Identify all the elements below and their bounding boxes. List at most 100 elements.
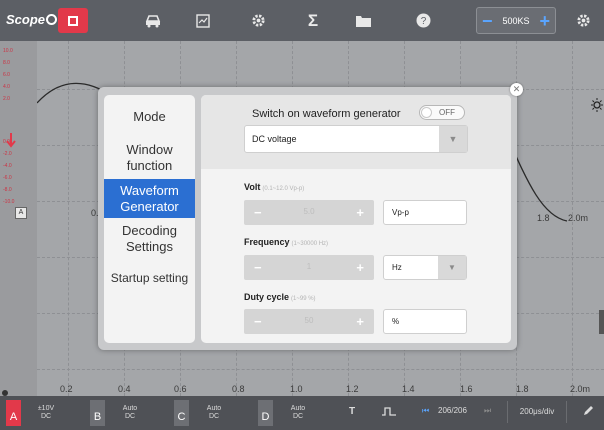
x-tick: 1.6 <box>460 384 473 394</box>
chevron-down-icon: ▼ <box>438 256 466 279</box>
sample-rate-control: − 500KS + <box>476 7 556 34</box>
frequency-label-text: Frequency <box>244 237 290 247</box>
channel-c-coupling: DC <box>208 413 220 420</box>
close-icon[interactable]: ✕ <box>510 83 523 96</box>
waveform-generator-panel: Switch on waveform generator OFF DC volt… <box>201 95 511 343</box>
channel-a-range: ±10V <box>37 405 55 412</box>
frequency-increase-button[interactable]: + <box>356 260 364 275</box>
x-tick-top: 2.0m <box>568 213 589 223</box>
channel-d-coupling: DC <box>292 413 304 420</box>
volt-unit-field[interactable]: Vp-p <box>383 200 467 225</box>
menu-item-mode[interactable]: Mode <box>104 95 195 138</box>
pulse-icon <box>382 407 396 416</box>
y-tick: 10.0 <box>3 48 13 54</box>
trigger-button[interactable]: T <box>349 406 355 417</box>
y-tick: -4.0 <box>3 163 12 169</box>
channel-a-control[interactable]: A ±10V DC <box>6 400 84 426</box>
cursor-marker[interactable] <box>591 98 603 112</box>
stop-button[interactable] <box>58 8 88 33</box>
menu-item-startup-setting[interactable]: Startup setting <box>104 260 195 296</box>
magnifier-icon <box>46 14 58 25</box>
y-tick: 8.0 <box>3 60 10 66</box>
help-button[interactable]: ? <box>408 8 438 33</box>
channel-d-tag: D <box>258 400 273 426</box>
channel-d-control[interactable]: D Auto DC <box>258 400 336 426</box>
waveform-type-select[interactable]: DC voltage ▼ <box>244 125 468 153</box>
duty-cycle-stepper: − 50 + <box>244 309 374 334</box>
bottom-toolbar: A ±10V DC B Auto DC C Auto DC D Auto DC T ⏮ … <box>0 396 604 430</box>
y-tick: 4.0 <box>3 84 10 90</box>
math-button[interactable]: Σ <box>298 8 328 33</box>
trigger-mode-button[interactable] <box>382 406 396 418</box>
channel-b-tag: B <box>90 400 105 426</box>
page-indicator: 206/206 <box>438 406 467 415</box>
y-tick: -6.0 <box>3 175 12 181</box>
pencil-icon <box>584 406 593 415</box>
volt-range-hint: (0.1~12.0 Vp-p) <box>262 186 305 192</box>
top-toolbar: Scope Σ ? − 500KS + <box>0 0 604 41</box>
toggle-knob <box>421 107 432 118</box>
x-tick-top: 1.8 <box>537 213 550 223</box>
duty-cycle-range-hint: (1~99 %) <box>291 296 316 302</box>
channel-a-coupling: DC <box>40 413 52 420</box>
edit-button[interactable] <box>582 404 595 419</box>
channel-b-coupling: DC <box>124 413 136 420</box>
volt-unit-value: Vp-p <box>392 208 409 217</box>
volt-value[interactable]: 5.0 <box>244 207 374 216</box>
menu-item-decoding-settings[interactable]: Decoding Settings <box>104 219 195 259</box>
frequency-label: Frequency (1~30000 Hz) <box>244 237 328 247</box>
volt-label-text: Volt <box>244 182 261 192</box>
frequency-unit-select[interactable]: Hz ▼ <box>383 255 467 280</box>
generator-toggle[interactable]: OFF <box>419 105 465 120</box>
frequency-value[interactable]: 1 <box>244 262 374 271</box>
side-panel-handle[interactable] <box>599 310 604 334</box>
menu-item-window-function[interactable]: Window function <box>104 138 195 178</box>
x-tick: 0.6 <box>174 384 187 394</box>
settings-button[interactable] <box>243 8 273 33</box>
menu-item-label: Waveform Generator <box>120 182 179 214</box>
duty-cycle-value[interactable]: 50 <box>244 316 374 325</box>
duty-cycle-label-text: Duty cycle <box>244 292 290 302</box>
y-tick: -10.0 <box>3 199 15 205</box>
waveform-type-value: DC voltage <box>252 134 297 144</box>
menu-item-label: Window function <box>126 142 173 173</box>
first-page-icon[interactable]: ⏮ <box>422 406 429 416</box>
menu-item-label: Mode <box>133 108 166 124</box>
y-tick: 2.0 <box>3 96 10 102</box>
chart-button[interactable] <box>188 8 218 33</box>
settings-menu: Mode Window function Waveform Generator … <box>104 95 195 343</box>
menu-item-waveform-generator[interactable]: Waveform Generator <box>104 179 195 218</box>
duty-cycle-unit-field[interactable]: % <box>383 309 467 334</box>
folder-icon <box>355 15 371 27</box>
app-title: Scope <box>6 12 46 27</box>
duty-cycle-label: Duty cycle (1~99 %) <box>244 292 316 302</box>
x-tick: 0.4 <box>118 384 131 394</box>
channel-c-control[interactable]: C Auto DC <box>174 400 252 426</box>
x-tick: 2.0m <box>570 384 591 394</box>
channel-a-info: ±10V DC <box>27 405 65 421</box>
frequency-unit-value: Hz <box>392 263 402 272</box>
channel-a-baseline-marker[interactable]: A <box>15 207 27 219</box>
last-page-icon[interactable]: ⏭ <box>484 406 491 416</box>
generator-switch-section: Switch on waveform generator OFF DC volt… <box>201 95 511 169</box>
decrease-sample-rate-button[interactable]: − <box>482 12 493 30</box>
channel-b-control[interactable]: B Auto DC <box>90 400 168 426</box>
chart-icon <box>196 13 210 28</box>
channel-d-info: Auto DC <box>279 405 317 421</box>
car-button[interactable] <box>138 8 168 33</box>
y-tick: -2.0 <box>3 151 12 157</box>
switch-label: Switch on waveform generator <box>252 108 401 120</box>
x-tick: 1.8 <box>516 384 529 394</box>
increase-sample-rate-button[interactable]: + <box>539 12 550 30</box>
folder-button[interactable] <box>348 8 378 33</box>
car-icon <box>145 14 161 27</box>
duty-cycle-unit-value: % <box>392 317 400 326</box>
volt-increase-button[interactable]: + <box>356 205 364 220</box>
scope-settings-button[interactable] <box>568 8 598 33</box>
chevron-down-icon: ▼ <box>439 126 467 152</box>
y-axis: 10.0 8.0 6.0 4.0 2.0 0.0 -2.0 -4.0 -6.0 … <box>0 41 37 396</box>
sigma-icon: Σ <box>307 10 319 30</box>
duty-cycle-increase-button[interactable]: + <box>356 314 364 329</box>
timebase-select[interactable]: 200μs/div <box>507 401 567 423</box>
trigger-level-marker[interactable] <box>6 133 16 151</box>
